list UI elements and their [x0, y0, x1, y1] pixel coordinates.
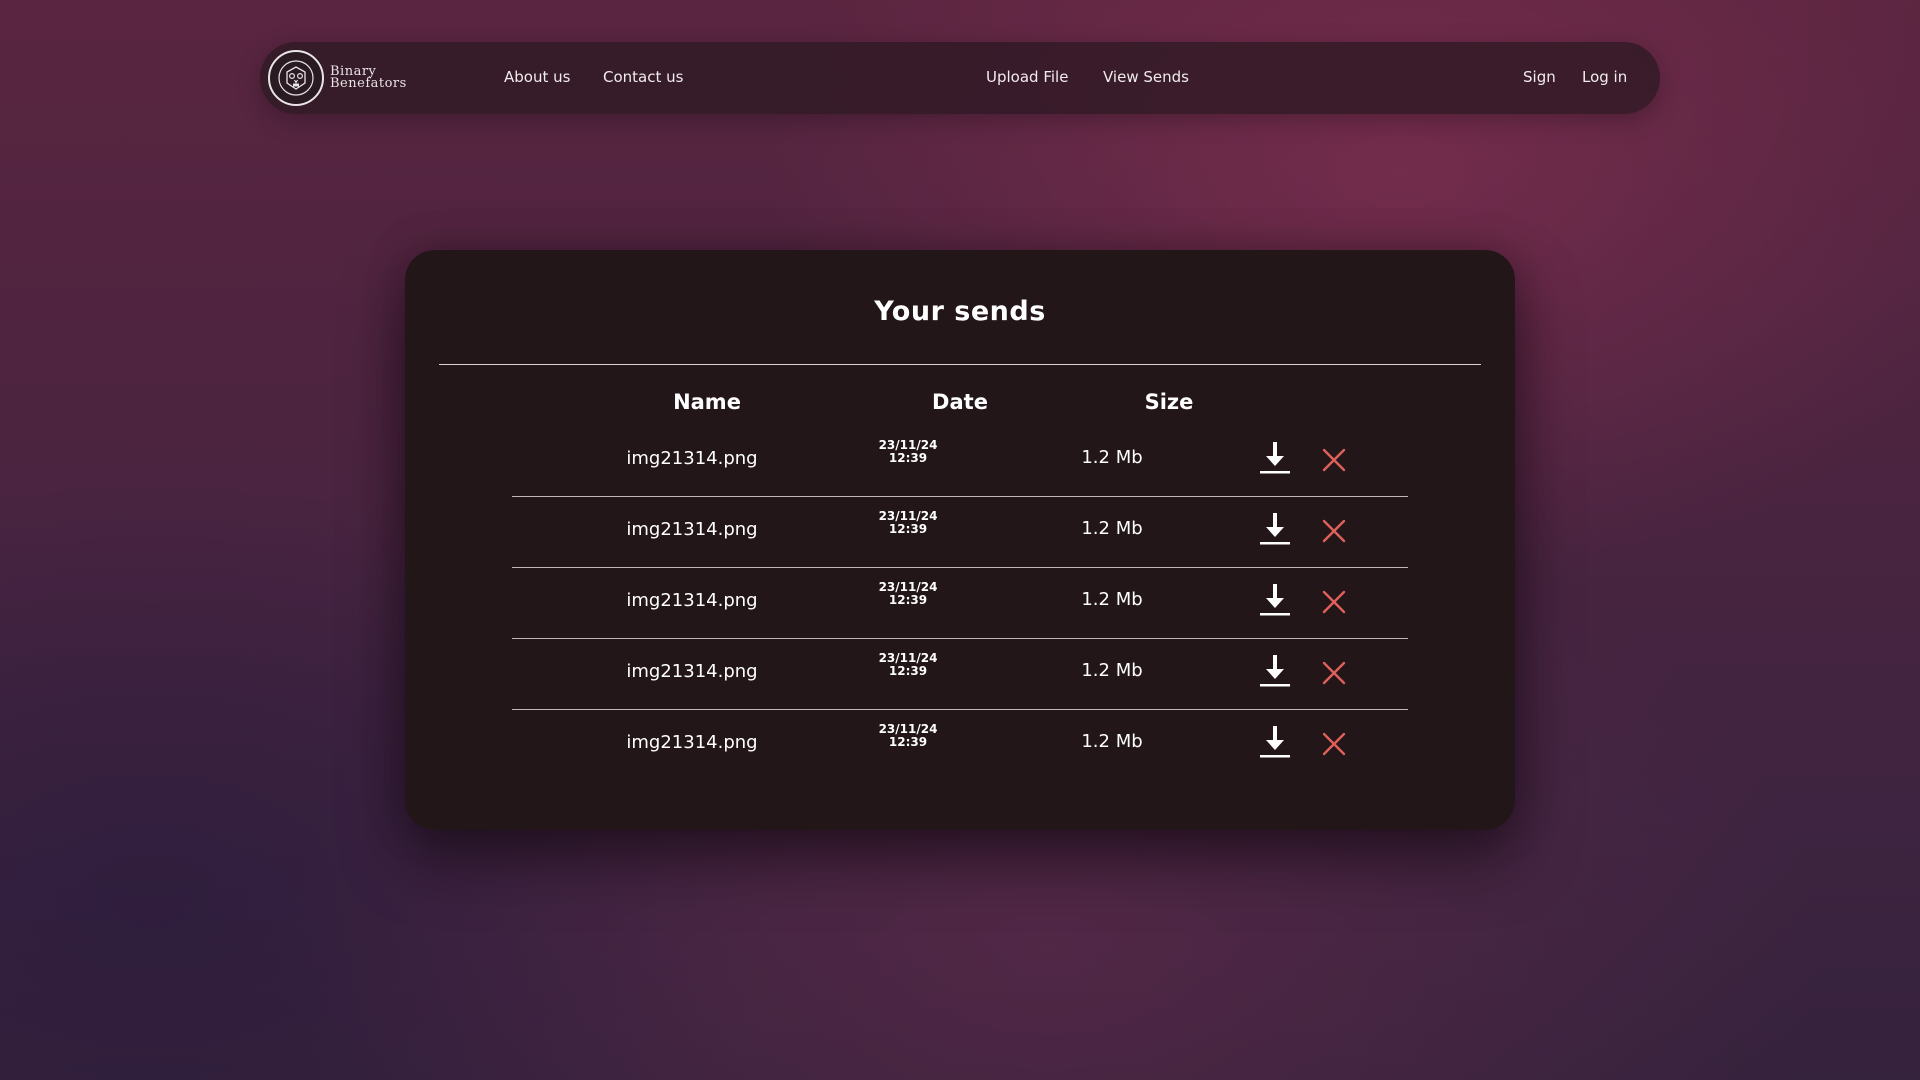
download-button[interactable]	[1257, 440, 1293, 476]
nav-about-us[interactable]: About us	[504, 68, 570, 86]
file-date: 23/11/24 12:39	[842, 652, 974, 678]
page-title: Your sends	[874, 296, 1046, 327]
delete-button[interactable]	[1322, 732, 1346, 756]
download-icon	[1260, 513, 1290, 545]
brand-name: Binary Benefators	[330, 65, 407, 91]
close-icon	[1322, 661, 1346, 685]
file-date-time: 12:39	[888, 735, 928, 749]
file-date-time: 12:39	[888, 451, 928, 465]
nav-contact-us[interactable]: Contact us	[603, 68, 683, 86]
close-icon	[1322, 448, 1346, 472]
nav-log-in[interactable]: Log in	[1582, 68, 1627, 86]
file-size: 1.2 Mb	[1081, 447, 1143, 468]
file-date: 23/11/24 12:39	[842, 439, 974, 465]
column-header-date: Date	[932, 390, 988, 414]
close-icon	[1322, 732, 1346, 756]
file-date-time: 12:39	[888, 664, 928, 678]
file-date-time: 12:39	[888, 522, 928, 536]
download-icon	[1260, 442, 1290, 474]
file-name: img21314.png	[626, 661, 758, 682]
brand-logo[interactable]	[268, 50, 324, 106]
download-icon	[1260, 655, 1290, 687]
download-button[interactable]	[1257, 653, 1293, 689]
delete-button[interactable]	[1322, 448, 1346, 472]
close-icon	[1322, 519, 1346, 543]
file-date: 23/11/24 12:39	[842, 723, 974, 749]
file-date: 23/11/24 12:39	[842, 581, 974, 607]
nav-view-sends[interactable]: View Sends	[1103, 68, 1189, 86]
file-name: img21314.png	[626, 519, 758, 540]
sends-card: Your sends Name Date Size img21314.png 2…	[405, 250, 1515, 830]
nav-sign[interactable]: Sign	[1523, 68, 1556, 86]
nav-upload-file[interactable]: Upload File	[986, 68, 1068, 86]
file-name: img21314.png	[626, 732, 758, 753]
file-name: img21314.png	[626, 590, 758, 611]
column-header-size: Size	[1144, 390, 1194, 414]
download-icon	[1260, 584, 1290, 616]
owl-crest-icon	[278, 60, 314, 96]
download-button[interactable]	[1257, 511, 1293, 547]
file-size: 1.2 Mb	[1081, 589, 1143, 610]
close-icon	[1322, 590, 1346, 614]
table-row: img21314.png 23/11/24 12:39 1.2 Mb	[512, 710, 1408, 781]
file-size: 1.2 Mb	[1081, 660, 1143, 681]
brand-name-line2: Benefators	[330, 76, 407, 91]
file-date-time: 12:39	[888, 593, 928, 607]
download-icon	[1260, 726, 1290, 758]
file-name: img21314.png	[626, 448, 758, 469]
column-header-name: Name	[673, 390, 741, 414]
delete-button[interactable]	[1322, 590, 1346, 614]
title-divider	[439, 364, 1481, 365]
file-size: 1.2 Mb	[1081, 731, 1143, 752]
table-row: img21314.png 23/11/24 12:39 1.2 Mb	[512, 639, 1408, 710]
download-button[interactable]	[1257, 582, 1293, 618]
delete-button[interactable]	[1322, 519, 1346, 543]
table-row: img21314.png 23/11/24 12:39 1.2 Mb	[512, 497, 1408, 568]
file-size: 1.2 Mb	[1081, 518, 1143, 539]
download-button[interactable]	[1257, 724, 1293, 760]
table-row: img21314.png 23/11/24 12:39 1.2 Mb	[512, 426, 1408, 497]
file-date: 23/11/24 12:39	[842, 510, 974, 536]
navbar: Binary Benefators About us Contact us Up…	[260, 42, 1660, 114]
delete-button[interactable]	[1322, 661, 1346, 685]
table-row: img21314.png 23/11/24 12:39 1.2 Mb	[512, 568, 1408, 639]
